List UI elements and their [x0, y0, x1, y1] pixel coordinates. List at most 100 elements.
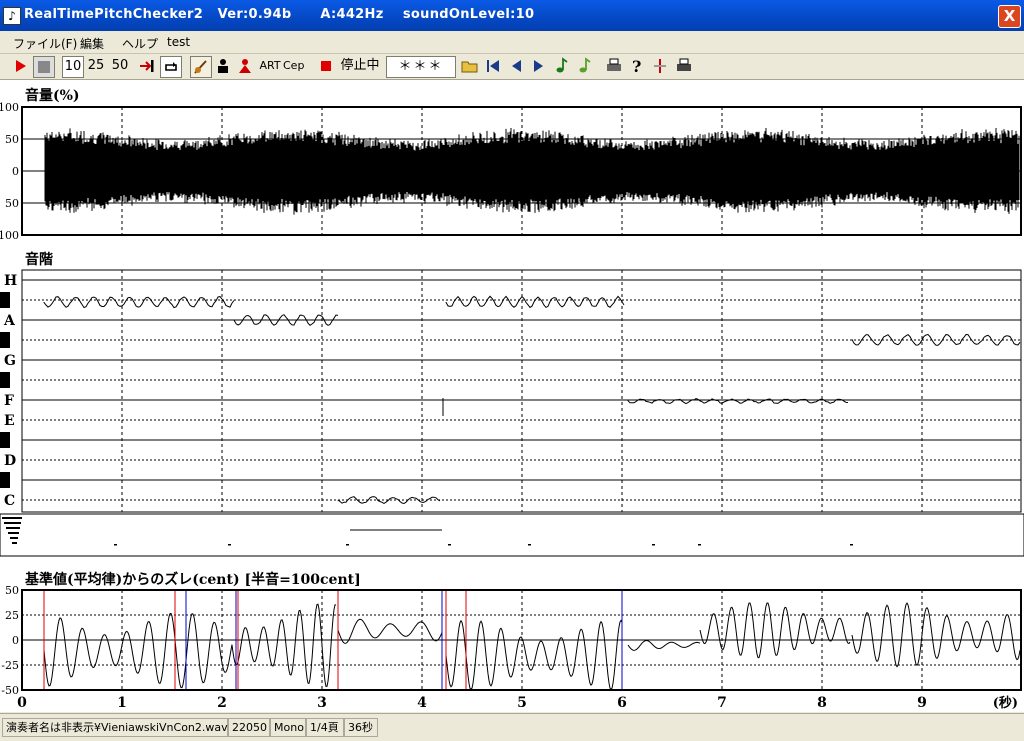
violin-icon[interactable]	[190, 56, 212, 78]
person-black-icon[interactable]	[214, 56, 232, 76]
record-stop-icon[interactable]	[318, 56, 334, 76]
speed-50-button[interactable]: 50	[109, 56, 131, 76]
graph-canvas: 10050050100 HAGFEDC 50250-25-50 01234567…	[0, 101, 1024, 711]
status-page: 1/4頁	[306, 718, 344, 737]
marker-icon[interactable]	[651, 56, 669, 76]
strip-mark	[346, 544, 349, 546]
piano-keys: H A G FE D C	[0, 273, 17, 509]
deviation-segment	[43, 612, 233, 689]
jump-end-icon[interactable]	[137, 56, 157, 76]
strip-mark	[448, 544, 451, 546]
note-display: ＊＊＊	[386, 56, 456, 78]
menu-file[interactable]: ファイル(F)	[13, 35, 77, 52]
deviation-y-label: 0	[12, 634, 19, 647]
pitch-segment	[445, 295, 625, 309]
plot-area: 音量(%) 音階 基準値(平均律)からのズレ(cent) [半音=100cent…	[0, 80, 1024, 712]
window-title: RealTimePitchChecker2 Ver:0.94b A:442Hz …	[24, 7, 535, 22]
pitch-segment	[627, 398, 849, 405]
deviation-segment	[627, 639, 701, 651]
pitch-segment	[337, 496, 441, 505]
strip-mark	[698, 544, 701, 546]
deviation-y-label: 50	[5, 584, 19, 597]
time-tick-label: 3	[317, 695, 327, 711]
strip-mark	[12, 542, 17, 544]
person-red-icon[interactable]	[236, 56, 254, 76]
menu-bar: ファイル(F) 編集 ヘルプ test	[0, 31, 1024, 54]
app-icon: ♪	[3, 7, 21, 25]
cep-button[interactable]: Cep	[283, 56, 304, 76]
note-label: F	[4, 393, 14, 409]
deviation-segment	[445, 619, 623, 690]
black-key	[0, 372, 10, 388]
prev-icon[interactable]	[507, 56, 525, 76]
svg-text:?: ?	[632, 57, 641, 76]
close-button[interactable]: X	[998, 5, 1021, 28]
print-icon[interactable]	[604, 56, 624, 76]
menu-help[interactable]: ヘルプ	[122, 35, 158, 52]
black-key	[0, 472, 10, 488]
time-tick-label: 2	[217, 695, 227, 711]
menu-edit[interactable]: 編集	[80, 35, 104, 52]
time-tick-label: 6	[617, 695, 627, 711]
strip-mark	[850, 544, 853, 546]
strip-mark	[228, 544, 231, 546]
pitch-segment	[43, 296, 235, 309]
strip-mark	[528, 544, 531, 546]
strip-mark	[4, 522, 21, 524]
note-label: D	[4, 453, 16, 469]
strip-mark	[8, 532, 19, 534]
print2-icon[interactable]	[674, 56, 694, 76]
toolbar: 10 25 50 ART Cep 停止中 ＊＊＊ ?	[0, 54, 1024, 80]
speed-10-button[interactable]: 10	[62, 56, 84, 78]
strip-mark	[114, 544, 117, 546]
state-label: 停止中	[340, 58, 380, 73]
art-button[interactable]: ART	[259, 56, 281, 76]
volume-y-label: 50	[5, 197, 19, 210]
volume-y-label: 100	[0, 229, 19, 242]
strip-mark	[652, 544, 655, 546]
time-unit-label: (秒)	[993, 695, 1018, 711]
volume-y-label: 0	[12, 165, 19, 178]
black-key	[0, 432, 10, 448]
time-tick-label: 0	[17, 695, 27, 711]
black-key	[0, 332, 10, 348]
stop-icon[interactable]	[33, 56, 55, 78]
deviation-segment	[231, 603, 337, 687]
time-tick-label: 7	[717, 695, 727, 711]
time-tick-label: 4	[417, 695, 427, 711]
volume-waveform-path	[22, 127, 1020, 215]
strip-mark	[6, 527, 20, 529]
first-icon[interactable]	[484, 56, 502, 76]
status-rate: 22050	[228, 718, 270, 737]
open-folder-icon[interactable]	[460, 56, 480, 76]
play-icon[interactable]	[10, 56, 30, 76]
deviation-segment	[699, 602, 851, 659]
help-icon[interactable]: ?	[628, 56, 646, 76]
time-tick-label: 9	[917, 695, 927, 711]
menu-test[interactable]: test	[167, 35, 190, 49]
deviation-y-label: -25	[1, 659, 19, 672]
note-label: G	[4, 353, 16, 369]
note-label: A	[3, 313, 16, 329]
note-icon[interactable]	[553, 56, 571, 76]
time-tick-label: 5	[517, 695, 527, 711]
loop-icon[interactable]	[160, 56, 182, 78]
status-duration: 36秒	[344, 718, 378, 737]
next-icon[interactable]	[530, 56, 548, 76]
status-bar: 演奏者名は非表示¥VieniawskiVnCon2.wav 22050 Mono…	[0, 713, 1024, 741]
volume-waveform	[22, 127, 1020, 215]
deviation-segment	[851, 602, 1021, 668]
strip-mark	[2, 517, 22, 519]
note-label: E	[4, 413, 15, 429]
title-bar: ♪ RealTimePitchChecker2 Ver:0.94b A:442H…	[0, 0, 1024, 31]
volume-y-label: 100	[0, 101, 19, 114]
time-tick-label: 1	[117, 695, 127, 711]
note-label: C	[4, 493, 15, 509]
strip-mark	[10, 537, 18, 539]
volume-y-label: 50	[5, 133, 19, 146]
status-channels: Mono	[270, 718, 306, 737]
time-tick-label: 8	[817, 695, 827, 711]
note2-icon[interactable]	[576, 56, 594, 76]
black-key	[0, 292, 10, 308]
speed-25-button[interactable]: 25	[85, 56, 107, 76]
